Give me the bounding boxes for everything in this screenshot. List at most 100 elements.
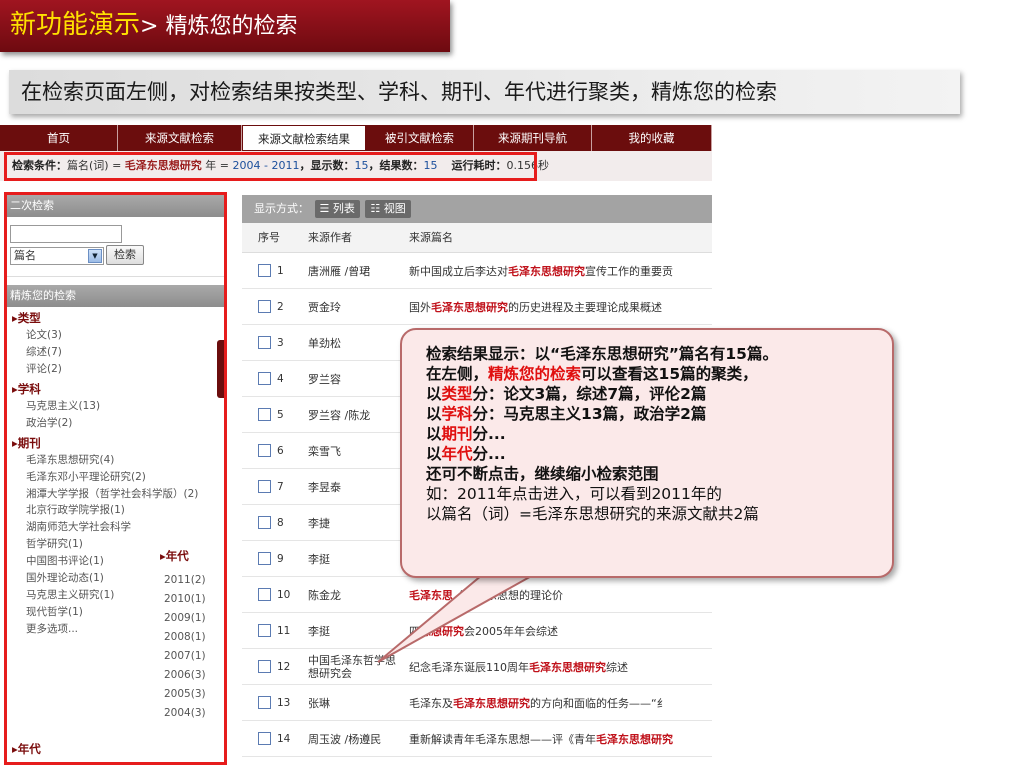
display-mode-bar: 显示方式： ☰ 列表 ☷ 视图 [242, 195, 712, 223]
title-text: 《毛泽东思想的理论价 [453, 588, 563, 602]
row-number: 1 [242, 264, 302, 277]
callout-text: 分... [472, 445, 506, 463]
row-no: 1 [277, 264, 284, 277]
row-checkbox[interactable] [258, 516, 271, 529]
callout-emph: 年代 [441, 445, 473, 463]
title-text: 综述 [606, 660, 628, 674]
row-checkbox[interactable] [258, 264, 271, 277]
row-checkbox[interactable] [258, 588, 271, 601]
table-row[interactable]: 15单孝虹2004年度四川省毛泽东思想研究会年会综述 [242, 757, 712, 768]
title-text: 的方向和面临的任务——“纟 [530, 696, 668, 710]
callout-text: 在左侧， [426, 365, 489, 383]
row-no: 6 [277, 444, 284, 457]
table-row[interactable]: 10 陈金龙 毛泽东思《毛泽东思想的理论价 [242, 577, 712, 613]
callout-line-1: 检索结果显示：以“毛泽东思想研究”篇名有15篇。 [426, 345, 778, 363]
row-author[interactable]: 李昱泰 [302, 479, 405, 495]
table-row[interactable]: 1 唐洲雁 /曾珺 新中国成立后李达对毛泽东思想研究宣传工作的重要贡 [242, 253, 712, 289]
row-checkbox[interactable] [258, 696, 271, 709]
row-title[interactable]: 四思想研究会2005年年会综述 [405, 623, 712, 639]
left-panel-highlight-box [4, 192, 227, 765]
callout-text: 以 [426, 385, 442, 403]
table-row[interactable]: 2 贾金玲 国外毛泽东思想研究的历史进程及主要理论成果概述 [242, 289, 712, 325]
slide-title-main: 新功能演示 [10, 10, 141, 40]
row-no: 2 [277, 300, 284, 313]
callout-text: 分：论文3篇，综述7篇，评伦2篇 [472, 385, 707, 403]
row-title[interactable]: 重新解读青年毛泽东思想——评《青年毛泽东思想研究 [405, 731, 712, 747]
row-author[interactable]: 罗兰容 /陈龙 [302, 407, 405, 423]
row-title[interactable]: 新中国成立后李达对毛泽东思想研究宣传工作的重要贡 [405, 263, 712, 279]
callout-line-4: 以学科分：马克思主义13篇，政治学2篇 [426, 404, 878, 424]
callout-text: 可以查看这15篇的聚类， [581, 365, 758, 383]
row-author[interactable]: 中国毛泽东哲学思想研究会 [302, 654, 405, 680]
callout-text: 分... [472, 425, 506, 443]
tab-favorites[interactable]: 我的收藏 [592, 125, 712, 151]
row-author[interactable]: 周玉波 /杨遵民 [302, 731, 405, 747]
row-number: 2 [242, 300, 302, 313]
row-title[interactable]: 毛泽东及毛泽东思想研究的方向和面临的任务——“纟 [405, 695, 712, 711]
callout-line-8: 如：2011年点击进入，可以看到2011年的 [426, 485, 722, 503]
callout-line-3: 以类型分：论文3篇，综述7篇，评伦2篇 [426, 384, 878, 404]
row-checkbox[interactable] [258, 480, 271, 493]
row-title[interactable]: 毛泽东思《毛泽东思想的理论价 [405, 587, 712, 603]
row-checkbox[interactable] [258, 624, 271, 637]
title-keyword: 毛泽东思想研究 [529, 660, 606, 674]
row-author[interactable]: 李捷 [302, 515, 405, 531]
row-number: 10 [242, 588, 302, 601]
row-author[interactable]: 单劲松 [302, 335, 405, 351]
row-author[interactable]: 贾金玲 [302, 299, 405, 315]
title-text: 毛泽东及 [409, 696, 453, 710]
table-row[interactable]: 14 周玉波 /杨遵民 重新解读青年毛泽东思想——评《青年毛泽东思想研究 [242, 721, 712, 757]
row-no: 8 [277, 516, 284, 529]
tab-source-results[interactable]: 来源文献检索结果 [242, 125, 366, 151]
row-author[interactable]: 唐洲雁 /曾珺 [302, 263, 405, 279]
row-number: 11 [242, 624, 302, 637]
row-author[interactable]: 栾雪飞 [302, 443, 405, 459]
row-no: 10 [277, 588, 291, 601]
title-keyword: 思想研究 [420, 624, 464, 638]
grid-view-button[interactable]: ☷ 视图 [365, 200, 411, 218]
row-author[interactable]: 张琳 [302, 695, 405, 711]
callout-text: 以 [426, 425, 442, 443]
callout-line-6: 以年代分... [426, 444, 878, 464]
row-number: 3 [242, 336, 302, 349]
list-icon: ☰ [319, 202, 333, 215]
table-row[interactable]: 13 张琳 毛泽东及毛泽东思想研究的方向和面临的任务——“纟 [242, 685, 712, 721]
tab-journal-nav[interactable]: 来源期刊导航 [474, 125, 592, 151]
callout-emph: 精炼您的检索 [488, 365, 582, 383]
row-checkbox[interactable] [258, 300, 271, 313]
title-text: 的历史进程及主要理论成果概述 [508, 300, 662, 314]
tab-cited-search[interactable]: 被引文献检索 [366, 125, 474, 151]
title-keyword: 毛泽东思想研究 [453, 696, 530, 710]
row-author[interactable]: 陈金龙 [302, 587, 405, 603]
slide-subtitle: 在检索页面左侧，对检索结果按类型、学科、期刊、年代进行聚类，精炼您的检索 [9, 70, 960, 114]
row-checkbox[interactable] [258, 552, 271, 565]
row-checkbox[interactable] [258, 732, 271, 745]
col-author: 来源作者 [308, 231, 352, 244]
row-checkbox[interactable] [258, 660, 271, 673]
row-title[interactable]: 国外毛泽东思想研究的历史进程及主要理论成果概述 [405, 299, 712, 315]
row-checkbox[interactable] [258, 372, 271, 385]
row-checkbox[interactable] [258, 336, 271, 349]
row-title[interactable]: 纪念毛泽东诞辰110周年毛泽东思想研究综述 [405, 659, 712, 675]
callout-text: 以 [426, 445, 442, 463]
row-no: 11 [277, 624, 291, 637]
row-author[interactable]: 罗兰容 [302, 371, 405, 387]
callout-emph: 类型 [441, 385, 473, 403]
row-no: 5 [277, 408, 284, 421]
table-row[interactable]: 11 李挺 四思想研究会2005年年会综述 [242, 613, 712, 649]
row-no: 3 [277, 336, 284, 349]
table-row[interactable]: 12 中国毛泽东哲学思想研究会 纪念毛泽东诞辰110周年毛泽东思想研究综述 [242, 649, 712, 685]
row-no: 4 [277, 372, 284, 385]
slide-title-rest: > 精炼您的检索 [140, 14, 298, 39]
tab-home[interactable]: 首页 [0, 125, 118, 151]
col-title: 来源篇名 [409, 231, 453, 244]
callout-line-9: 以篇名（词）=毛泽东思想研究的来源文献共2篇 [426, 505, 759, 523]
results-table-header: 序号 来源作者 来源篇名 [242, 223, 712, 253]
row-author[interactable]: 李挺 [302, 623, 405, 639]
list-view-button[interactable]: ☰ 列表 [314, 200, 360, 218]
slide-title: 新功能演示> 精炼您的检索 [0, 0, 450, 52]
row-checkbox[interactable] [258, 408, 271, 421]
row-author[interactable]: 李挺 [302, 551, 405, 567]
tab-source-search[interactable]: 来源文献检索 [118, 125, 242, 151]
row-checkbox[interactable] [258, 444, 271, 457]
